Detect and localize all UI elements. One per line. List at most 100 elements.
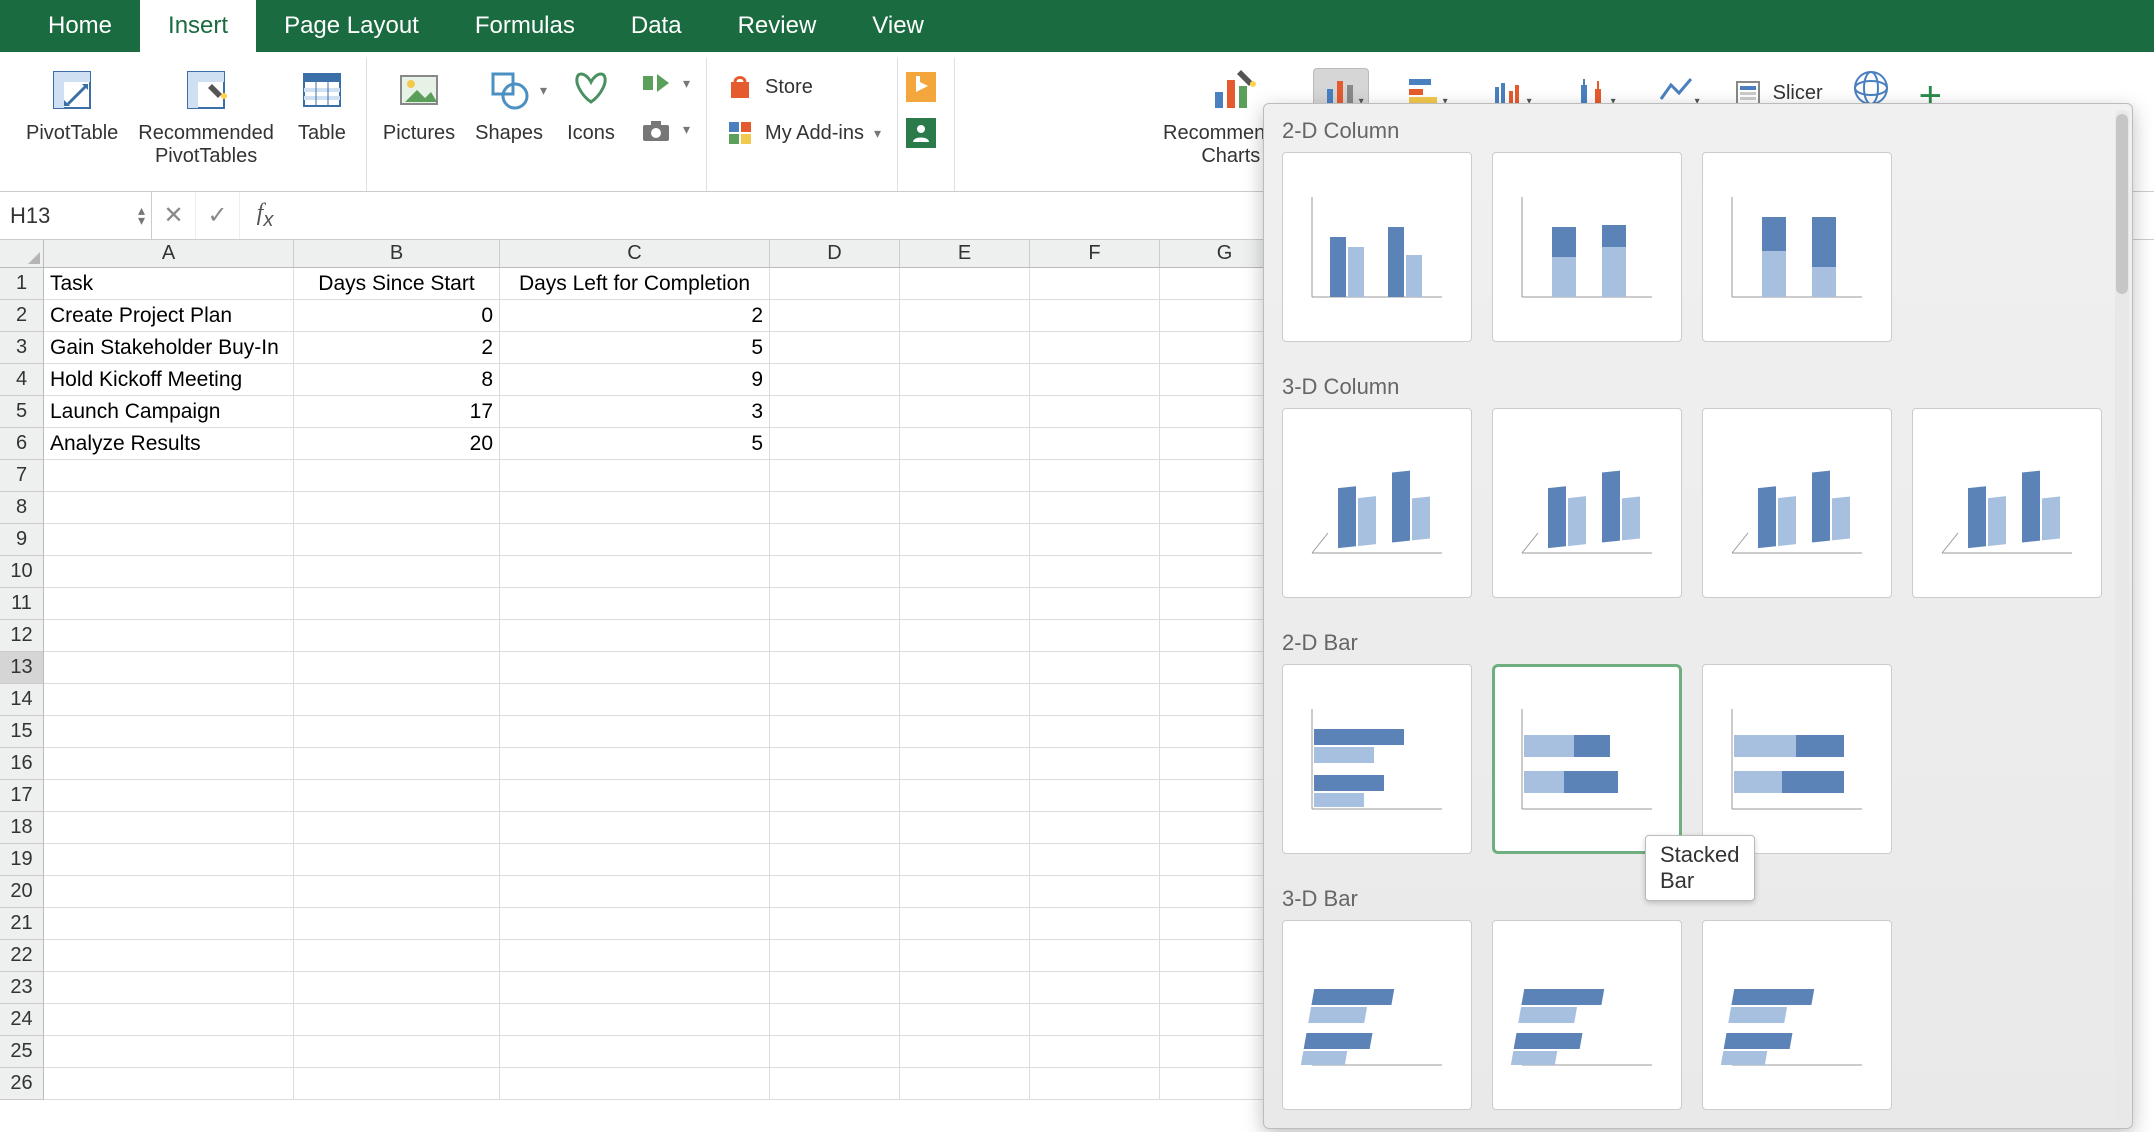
row-header-18[interactable]: 18	[0, 812, 44, 844]
cell-D24[interactable]	[770, 1004, 900, 1036]
cell-F17[interactable]	[1030, 780, 1160, 812]
bing-maps-button[interactable]	[898, 68, 944, 106]
cell-F9[interactable]	[1030, 524, 1160, 556]
cell-D18[interactable]	[770, 812, 900, 844]
cell-C10[interactable]	[500, 556, 770, 588]
cell-A26[interactable]	[44, 1068, 294, 1100]
cell-C16[interactable]	[500, 748, 770, 780]
cell-E22[interactable]	[900, 940, 1030, 972]
cell-F5[interactable]	[1030, 396, 1160, 428]
cell-A8[interactable]	[44, 492, 294, 524]
cell-D22[interactable]	[770, 940, 900, 972]
cell-B9[interactable]	[294, 524, 500, 556]
cell-C18[interactable]	[500, 812, 770, 844]
column-header-B[interactable]: B	[294, 240, 500, 268]
chart-thumb-3d-clustered-bar[interactable]	[1282, 920, 1472, 1110]
cell-C8[interactable]	[500, 492, 770, 524]
cell-F21[interactable]	[1030, 908, 1160, 940]
row-header-19[interactable]: 19	[0, 844, 44, 876]
cell-A6[interactable]: Analyze Results	[44, 428, 294, 460]
cell-F15[interactable]	[1030, 716, 1160, 748]
cell-B16[interactable]	[294, 748, 500, 780]
recommended-pivottables-button[interactable]: Recommended PivotTables	[132, 58, 280, 172]
icons-button[interactable]: Icons	[557, 58, 625, 149]
cell-F8[interactable]	[1030, 492, 1160, 524]
cancel-formula-button[interactable]: ✕	[152, 192, 196, 239]
cell-D17[interactable]	[770, 780, 900, 812]
ribbon-tab-data[interactable]: Data	[603, 0, 710, 52]
row-header-9[interactable]: 9	[0, 524, 44, 556]
panel-scrollbar[interactable]	[2115, 110, 2129, 1122]
row-header-25[interactable]: 25	[0, 1036, 44, 1068]
cell-E18[interactable]	[900, 812, 1030, 844]
cell-D8[interactable]	[770, 492, 900, 524]
cell-F2[interactable]	[1030, 300, 1160, 332]
cell-B21[interactable]	[294, 908, 500, 940]
row-header-8[interactable]: 8	[0, 492, 44, 524]
cell-D4[interactable]	[770, 364, 900, 396]
cell-E11[interactable]	[900, 588, 1030, 620]
panel-scrollbar-thumb[interactable]	[2116, 114, 2128, 294]
row-header-4[interactable]: 4	[0, 364, 44, 396]
cell-B25[interactable]	[294, 1036, 500, 1068]
cell-D9[interactable]	[770, 524, 900, 556]
screenshot-button[interactable]: ▾	[633, 111, 696, 149]
chart-thumb-3d-stacked-column[interactable]	[1492, 408, 1682, 598]
row-header-16[interactable]: 16	[0, 748, 44, 780]
cell-B6[interactable]: 20	[294, 428, 500, 460]
cell-D10[interactable]	[770, 556, 900, 588]
name-box-spinner[interactable]: ▴▾	[138, 206, 145, 226]
cell-F11[interactable]	[1030, 588, 1160, 620]
column-header-D[interactable]: D	[770, 240, 900, 268]
row-header-22[interactable]: 22	[0, 940, 44, 972]
cell-A24[interactable]	[44, 1004, 294, 1036]
chart-thumb-3d-100-stacked-bar[interactable]	[1702, 920, 1892, 1110]
cell-E25[interactable]	[900, 1036, 1030, 1068]
cell-A5[interactable]: Launch Campaign	[44, 396, 294, 428]
cell-C23[interactable]	[500, 972, 770, 1004]
cell-D14[interactable]	[770, 684, 900, 716]
cell-B3[interactable]: 2	[294, 332, 500, 364]
cell-B24[interactable]	[294, 1004, 500, 1036]
cell-B15[interactable]	[294, 716, 500, 748]
cell-F4[interactable]	[1030, 364, 1160, 396]
cell-D11[interactable]	[770, 588, 900, 620]
cell-B26[interactable]	[294, 1068, 500, 1100]
cell-E20[interactable]	[900, 876, 1030, 908]
cell-F26[interactable]	[1030, 1068, 1160, 1100]
my-addins-button[interactable]: My Add-ins ▾	[717, 114, 887, 152]
cell-D7[interactable]	[770, 460, 900, 492]
cell-B19[interactable]	[294, 844, 500, 876]
cell-C9[interactable]	[500, 524, 770, 556]
cell-F7[interactable]	[1030, 460, 1160, 492]
cell-D20[interactable]	[770, 876, 900, 908]
chart-thumb-clustered-column[interactable]	[1282, 152, 1472, 342]
cell-C19[interactable]	[500, 844, 770, 876]
cell-A7[interactable]	[44, 460, 294, 492]
row-header-11[interactable]: 11	[0, 588, 44, 620]
cell-F19[interactable]	[1030, 844, 1160, 876]
cell-E23[interactable]	[900, 972, 1030, 1004]
cell-B18[interactable]	[294, 812, 500, 844]
cell-F16[interactable]	[1030, 748, 1160, 780]
cell-A12[interactable]	[44, 620, 294, 652]
cell-D26[interactable]	[770, 1068, 900, 1100]
name-box[interactable]: H13 ▴▾	[0, 192, 152, 239]
cell-E10[interactable]	[900, 556, 1030, 588]
cell-F22[interactable]	[1030, 940, 1160, 972]
row-header-3[interactable]: 3	[0, 332, 44, 364]
cell-C1[interactable]: Days Left for Completion	[500, 268, 770, 300]
cell-F12[interactable]	[1030, 620, 1160, 652]
row-header-6[interactable]: 6	[0, 428, 44, 460]
cell-A4[interactable]: Hold Kickoff Meeting	[44, 364, 294, 396]
ribbon-tab-page-layout[interactable]: Page Layout	[256, 0, 447, 52]
cell-D25[interactable]	[770, 1036, 900, 1068]
chart-thumb-100-stacked-column[interactable]	[1702, 152, 1892, 342]
cell-E21[interactable]	[900, 908, 1030, 940]
cell-C26[interactable]	[500, 1068, 770, 1100]
cell-D6[interactable]	[770, 428, 900, 460]
chart-thumb-3d-100-stacked-column[interactable]	[1702, 408, 1892, 598]
cell-E16[interactable]	[900, 748, 1030, 780]
cell-A19[interactable]	[44, 844, 294, 876]
cell-B23[interactable]	[294, 972, 500, 1004]
